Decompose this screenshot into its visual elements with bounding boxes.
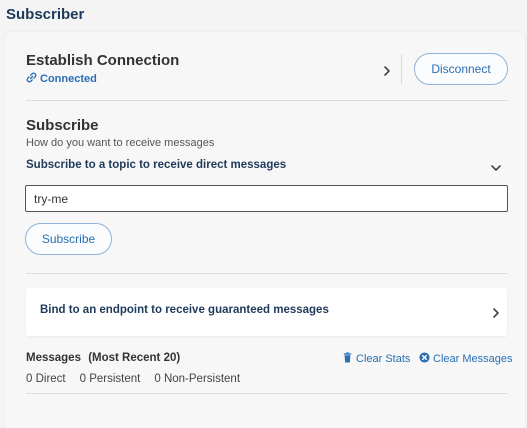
connection-status: Connected (26, 72, 97, 86)
connection-status-label: Connected (40, 73, 97, 85)
link-icon (26, 72, 37, 86)
collapse-topic-chevron-down-icon[interactable] (490, 161, 502, 173)
clear-messages-button[interactable]: Clear Messages (419, 352, 512, 366)
messages-subtitle: (Most Recent 20) (88, 352, 181, 364)
subscribe-description: How do you want to receive messages (26, 137, 215, 149)
clear-stats-label: Clear Stats (356, 353, 411, 365)
disconnect-button[interactable]: Disconnect (414, 53, 508, 85)
subscriber-panel: Establish Connection Connected Disconnec… (5, 32, 525, 428)
clear-messages-label: Clear Messages (433, 353, 513, 365)
direct-count: 0 Direct (26, 373, 66, 385)
persistent-count: 0 Persistent (79, 373, 141, 385)
divider (26, 273, 507, 274)
topic-section-heading[interactable]: Subscribe to a topic to receive direct m… (26, 159, 286, 171)
page-title: Subscriber (6, 6, 85, 23)
message-counts: 0 Direct 0 Persistent 0 Non-Persistent (26, 373, 240, 385)
bind-endpoint-card[interactable]: Bind to an endpoint to receive guarantee… (26, 288, 507, 336)
subscribe-button[interactable]: Subscribe (25, 223, 112, 255)
chevron-right-icon (490, 306, 502, 318)
non-persistent-count: 0 Non-Persistent (154, 373, 241, 385)
bind-endpoint-label: Bind to an endpoint to receive guarantee… (40, 304, 329, 316)
divider (26, 393, 507, 394)
topic-input[interactable] (25, 185, 508, 212)
connection-title: Establish Connection (26, 52, 180, 69)
clear-stats-button[interactable]: Clear Stats (342, 352, 410, 366)
divider (26, 100, 507, 101)
expand-connection-chevron-right-icon[interactable] (381, 64, 393, 76)
subscribe-title: Subscribe (26, 117, 99, 134)
messages-label: Messages (26, 352, 81, 364)
close-circle-icon (419, 352, 430, 366)
trash-icon (342, 352, 353, 366)
vertical-divider (401, 54, 402, 84)
messages-title: Messages (Most Recent 20) (26, 352, 180, 364)
